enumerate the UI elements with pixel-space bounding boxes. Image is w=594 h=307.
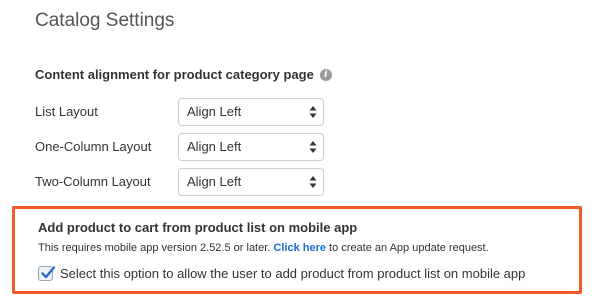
two-column-layout-select[interactable]: Align Left <box>178 168 324 196</box>
chevron-up-down-icon <box>309 176 317 188</box>
mobile-version-note: This requires mobile app version 2.52.5 … <box>38 242 489 254</box>
content-alignment-heading: Content alignment for product category p… <box>35 67 332 82</box>
click-here-link[interactable]: Click here <box>273 242 326 254</box>
add-to-cart-option: Select this option to allow the user to … <box>38 266 525 281</box>
one-column-layout-label: One-Column Layout <box>35 139 152 154</box>
list-layout-row: List Layout Align Left <box>35 98 335 126</box>
add-to-cart-checkbox-label: Select this option to allow the user to … <box>60 266 526 281</box>
list-layout-select[interactable]: Align Left <box>178 98 324 126</box>
mobile-note-before: This requires mobile app version 2.52.5 … <box>38 242 274 254</box>
two-column-layout-select-value: Align Left <box>187 174 242 189</box>
list-layout-label: List Layout <box>35 104 98 119</box>
mobile-note-after: to create an App update request. <box>326 242 489 254</box>
info-icon[interactable]: i <box>319 68 332 81</box>
one-column-layout-select[interactable]: Align Left <box>178 133 324 161</box>
content-alignment-heading-text: Content alignment for product category p… <box>35 67 314 82</box>
chevron-up-down-icon <box>309 106 317 118</box>
mobile-cart-highlight-box: Add product to cart from product list on… <box>12 206 582 294</box>
list-layout-select-value: Align Left <box>187 104 242 119</box>
page-title: Catalog Settings <box>35 10 175 31</box>
two-column-layout-row: Two-Column Layout Align Left <box>35 168 335 196</box>
one-column-layout-row: One-Column Layout Align Left <box>35 133 335 161</box>
one-column-layout-select-value: Align Left <box>187 139 242 154</box>
add-to-cart-checkbox[interactable] <box>38 266 56 281</box>
mobile-cart-heading: Add product to cart from product list on… <box>38 220 358 235</box>
two-column-layout-label: Two-Column Layout <box>35 174 151 189</box>
chevron-up-down-icon <box>309 141 317 153</box>
checkmark-icon <box>41 266 56 279</box>
